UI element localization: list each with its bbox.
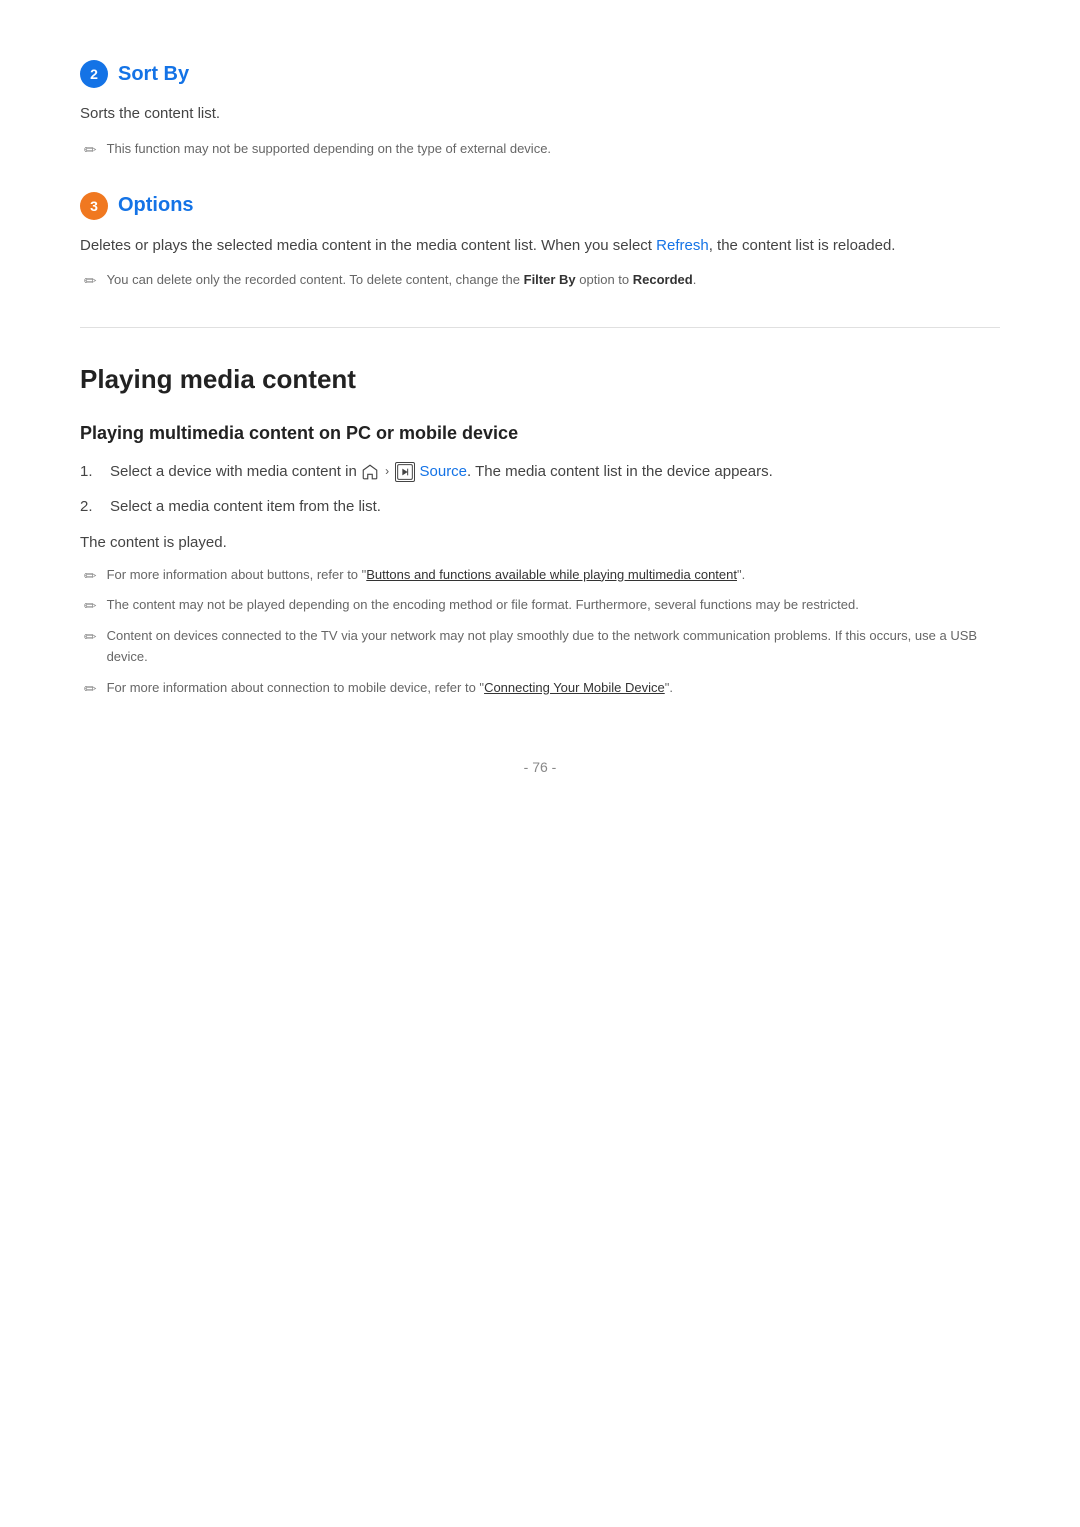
- note-buttons-text: For more information about buttons, refe…: [107, 565, 746, 586]
- step-1-number: 1.: [80, 460, 100, 485]
- filter-by-label: Filter By: [524, 272, 576, 287]
- steps-list: 1. Select a device with media content in…: [80, 460, 1000, 520]
- refresh-link[interactable]: Refresh: [656, 237, 709, 254]
- source-icon: [395, 462, 415, 482]
- sort-by-note: ✏ This function may not be supported dep…: [80, 139, 1000, 160]
- sort-by-body: Sorts the content list.: [80, 102, 1000, 127]
- source-link[interactable]: Source: [420, 463, 468, 480]
- note-encoding: ✏ The content may not be played dependin…: [80, 595, 1000, 616]
- mobile-device-link[interactable]: Connecting Your Mobile Device: [484, 680, 665, 695]
- note-network: ✏ Content on devices connected to the TV…: [80, 626, 1000, 668]
- page-footer: - 76 -: [80, 759, 1000, 775]
- sort-by-badge: 2: [80, 60, 108, 88]
- note-mobile-text: For more information about connection to…: [107, 678, 673, 699]
- buttons-link[interactable]: Buttons and functions available while pl…: [366, 567, 737, 582]
- note-mobile: ✏ For more information about connection …: [80, 678, 1000, 699]
- sort-by-section: 2 Sort By Sorts the content list. ✏ This…: [80, 60, 1000, 160]
- home-icon: [361, 463, 379, 481]
- sort-by-title: Sort By: [118, 63, 189, 86]
- note-network-text: Content on devices connected to the TV v…: [107, 626, 1000, 668]
- pencil-icon-sort: ✏: [84, 141, 97, 159]
- step-2-text: Select a media content item from the lis…: [110, 495, 381, 520]
- playing-media-title: Playing media content: [80, 364, 1000, 395]
- playing-media-section: Playing media content Playing multimedia…: [80, 364, 1000, 698]
- sort-by-note-text: This function may not be supported depen…: [107, 139, 551, 160]
- sort-by-header: 2 Sort By: [80, 60, 1000, 88]
- options-title: Options: [118, 194, 194, 217]
- playing-multimedia-subtitle: Playing multimedia content on PC or mobi…: [80, 423, 1000, 444]
- chevron-icon-1: ›: [385, 462, 389, 482]
- step-1-text: Select a device with media content in › …: [110, 460, 773, 485]
- step-1: 1. Select a device with media content in…: [80, 460, 1000, 485]
- options-badge: 3: [80, 192, 108, 220]
- options-note-text: You can delete only the recorded content…: [107, 270, 697, 291]
- options-note: ✏ You can delete only the recorded conte…: [80, 270, 1000, 291]
- options-header: 3 Options: [80, 192, 1000, 220]
- pencil-icon-options: ✏: [84, 272, 97, 290]
- page-number: - 76 -: [524, 759, 557, 775]
- options-section: 3 Options Deletes or plays the selected …: [80, 192, 1000, 292]
- recorded-label: Recorded: [633, 272, 693, 287]
- note-buttons: ✏ For more information about buttons, re…: [80, 565, 1000, 586]
- section-divider: [80, 327, 1000, 328]
- step-2: 2. Select a media content item from the …: [80, 495, 1000, 520]
- pencil-icon-note2: ✏: [84, 597, 97, 615]
- content-played-label: The content is played.: [80, 534, 1000, 551]
- pencil-icon-note1: ✏: [84, 567, 97, 585]
- pencil-icon-note3: ✏: [84, 628, 97, 646]
- options-body: Deletes or plays the selected media cont…: [80, 234, 1000, 259]
- pencil-icon-note4: ✏: [84, 680, 97, 698]
- note-encoding-text: The content may not be played depending …: [107, 595, 859, 616]
- step-2-number: 2.: [80, 495, 100, 520]
